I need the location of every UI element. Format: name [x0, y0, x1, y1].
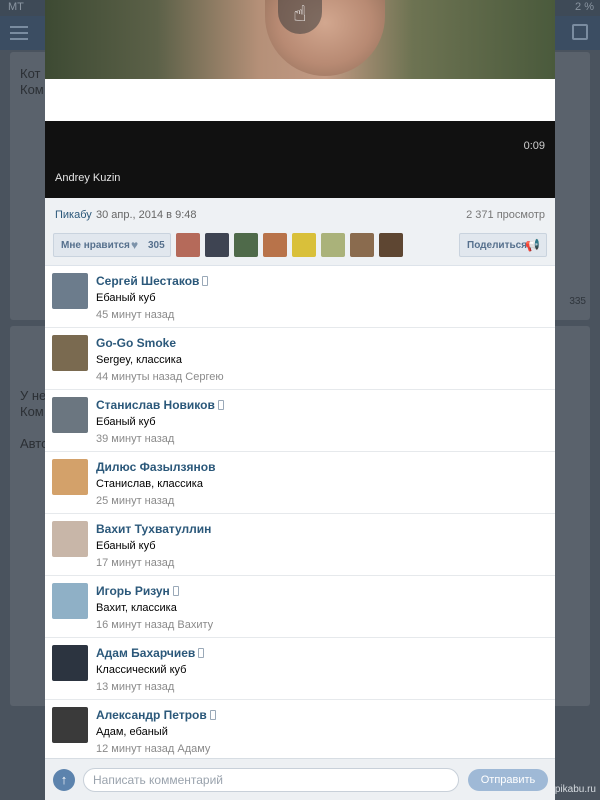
liker-avatar[interactable]: [321, 233, 345, 257]
video-player[interactable]: ☝ 0:09 Andrey Kuzin: [45, 0, 555, 198]
comment-item: Александр Петров Адам, ебаный 12 минут наз…: [45, 700, 555, 762]
comment-input-bar: ↑ Отправить: [45, 758, 555, 800]
liker-avatar[interactable]: [205, 233, 229, 257]
avatar[interactable]: [52, 521, 88, 557]
compose-icon[interactable]: [572, 24, 588, 40]
comment-text: Sergey, классика: [96, 354, 182, 366]
background-post-text: Ком: [20, 82, 44, 97]
avatar[interactable]: [52, 707, 88, 743]
comment-time[interactable]: 25 минут назад: [96, 495, 174, 507]
comment-text: Вахит, классика: [96, 602, 177, 614]
comment-author-name: Go-Go Smoke: [96, 336, 177, 350]
comment-author[interactable]: Вахит Тухватуллин: [96, 522, 211, 536]
avatar[interactable]: [52, 459, 88, 495]
comment-time[interactable]: 17 минут назад: [96, 557, 174, 569]
comment-author[interactable]: Дилюс Фазылзянов: [96, 460, 215, 474]
comment-author-name: Александр Петров: [96, 708, 207, 722]
comment-author[interactable]: Сергей Шестаков: [96, 274, 209, 288]
heart-icon: ♥: [131, 238, 139, 252]
comment-item: Вахит Тухватуллин Ебаный куб 17 минут наза…: [45, 514, 555, 576]
mobile-phone-icon: [217, 400, 224, 410]
background-post-text: Ком: [20, 404, 44, 419]
mobile-phone-icon: [172, 586, 179, 596]
comment-list: Сергей Шестаков Ебаный куб 45 минут назад G…: [45, 266, 555, 762]
comment-author-name: Станислав Новиков: [96, 398, 215, 412]
comment-text: Станислав, классика: [96, 478, 203, 490]
avatar[interactable]: [52, 397, 88, 433]
carrier-label: МТ: [8, 1, 24, 13]
liker-avatar[interactable]: [350, 233, 374, 257]
comment-text: Ебаный куб: [96, 540, 156, 552]
comment-time[interactable]: 39 минут назад: [96, 433, 174, 445]
comment-item: Адам Бахарчиев Классический куб 13 минут н…: [45, 638, 555, 700]
post-modal: ☝ 0:09 Andrey Kuzin Пикабу 30 апр., 2014…: [45, 0, 555, 800]
video-duration: 0:09: [523, 140, 545, 152]
likes-row: Мне нравится ♥ 305 Поделиться 📢: [45, 232, 555, 266]
battery-label: 2 %: [575, 1, 594, 13]
comment-item: Дилюс Фазылзянов Станислав, классика 25 ми…: [45, 452, 555, 514]
menu-icon[interactable]: [10, 26, 28, 40]
liker-avatar[interactable]: [263, 233, 287, 257]
liker-avatar[interactable]: [379, 233, 403, 257]
comment-input[interactable]: [83, 768, 459, 792]
background-post-text: Кот: [20, 66, 41, 81]
comment-author-name: Сергей Шестаков: [96, 274, 200, 288]
comment-author-name: Дилюс Фазылзянов: [96, 460, 216, 474]
video-letterbox: [45, 79, 555, 121]
comment-time[interactable]: 13 минут назад: [96, 681, 174, 693]
avatar[interactable]: [52, 335, 88, 371]
avatar[interactable]: [52, 583, 88, 619]
comment-text: Ебаный куб: [96, 416, 156, 428]
comment-item: Сергей Шестаков Ебаный куб 45 минут назад: [45, 266, 555, 328]
comment-text: Ебаный куб: [96, 292, 156, 304]
comment-author[interactable]: Go-Go Smoke: [96, 336, 176, 350]
comment-author-name: Вахит Тухватуллин: [96, 522, 212, 536]
mobile-phone-icon: [198, 648, 205, 658]
comment-author[interactable]: Адам Бахарчиев: [96, 646, 205, 660]
watermark: pikabu.ru: [554, 784, 596, 795]
liker-avatar[interactable]: [292, 233, 316, 257]
comment-author[interactable]: Игорь Ризун: [96, 584, 179, 598]
background-views-count: 335: [569, 296, 586, 307]
comment-text: Адам, ебаный: [96, 726, 168, 738]
comment-time[interactable]: 12 минут назад Адаму: [96, 743, 210, 755]
liker-avatar[interactable]: [234, 233, 258, 257]
comment-author-name: Игорь Ризун: [96, 584, 170, 598]
post-date: 30 апр., 2014 в 9:48: [96, 209, 197, 221]
like-button[interactable]: Мне нравится ♥ 305: [53, 233, 171, 257]
liker-avatar[interactable]: [176, 233, 200, 257]
comment-time[interactable]: 45 минут назад: [96, 309, 174, 321]
like-label: Мне нравится: [61, 240, 130, 251]
video-author[interactable]: Andrey Kuzin: [55, 172, 120, 184]
comment-text: Классический куб: [96, 664, 187, 676]
share-label: Поделиться: [467, 240, 528, 251]
comment-author[interactable]: Станислав Новиков: [96, 398, 224, 412]
comment-item: Игорь Ризун Вахит, классика 16 минут назад…: [45, 576, 555, 638]
attach-arrow-icon[interactable]: ↑: [53, 769, 75, 791]
comment-time[interactable]: 44 минуты назад Сергею: [96, 371, 224, 383]
comment-time[interactable]: 16 минут назад Вахиту: [96, 619, 213, 631]
post-source-link[interactable]: Пикабу: [55, 209, 92, 221]
comment-item: Станислав Новиков Ебаный куб 39 минут наза…: [45, 390, 555, 452]
comment-author-name: Адам Бахарчиев: [96, 646, 196, 660]
send-button[interactable]: Отправить: [468, 769, 548, 791]
like-count: 305: [148, 240, 165, 251]
share-button[interactable]: Поделиться 📢: [459, 233, 547, 257]
comment-author[interactable]: Александр Петров: [96, 708, 216, 722]
mobile-phone-icon: [209, 710, 216, 720]
background-post-text: У не: [20, 388, 47, 403]
comment-item: Go-Go Smoke Sergey, классика 44 минуты наз…: [45, 328, 555, 390]
mobile-phone-icon: [202, 276, 209, 286]
megaphone-icon: 📢: [525, 238, 540, 252]
post-meta: Пикабу 30 апр., 2014 в 9:48 2 371 просмо…: [45, 198, 555, 232]
avatar[interactable]: [52, 645, 88, 681]
avatar[interactable]: [52, 273, 88, 309]
post-views: 2 371 просмотр: [466, 209, 545, 221]
